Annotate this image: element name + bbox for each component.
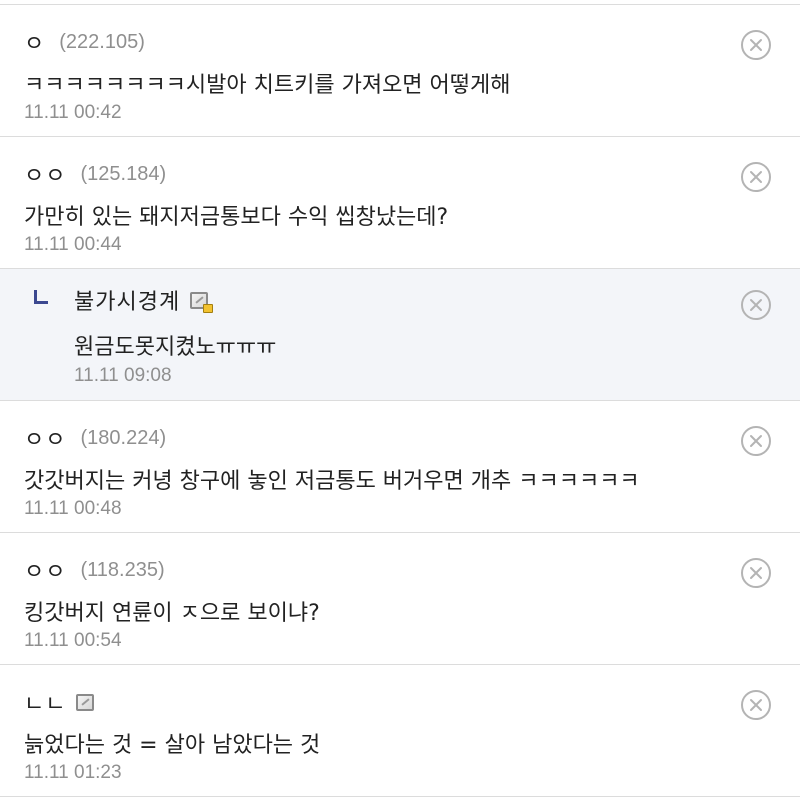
semi-fixed-nick-icon	[76, 693, 95, 711]
reply-arrow-icon	[34, 290, 48, 304]
close-circle-icon[interactable]	[740, 289, 772, 321]
comment-text: 늙었다는 것 = 살아 남았다는 것	[24, 733, 321, 758]
reply-item: 불가시경계 원금도못지켰노ㅠㅠㅠ 11.11 09:08	[0, 269, 800, 401]
comment-text: ㅋㅋㅋㅋㅋㅋㅋㅋ시발아 치트키를 가져오면 어떻게해	[24, 73, 511, 98]
comment-author: ㅇㅇ (180.224)	[24, 422, 167, 454]
author-ip: (180.224)	[80, 426, 167, 449]
author-ip: (125.184)	[80, 162, 167, 185]
comment-text: 킹갓버지 연륜이 ㅈ으로 보이냐?	[24, 601, 320, 626]
close-circle-icon[interactable]	[740, 689, 772, 721]
comment-text: 가만히 있는 돼지저금통보다 수익 씹창났는데?	[24, 205, 449, 230]
close-circle-icon[interactable]	[740, 557, 772, 589]
fixed-nick-icon	[190, 291, 214, 313]
author-nickname[interactable]: 불가시경계	[74, 284, 180, 316]
comment-text: 원금도못지켰노ㅠㅠㅠ	[74, 335, 277, 360]
comment-item: ㅇㅇ (118.235) 킹갓버지 연륜이 ㅈ으로 보이냐? 11.11 00:…	[0, 533, 800, 665]
comment-author: ㅇㅇ (118.235)	[24, 554, 165, 586]
author-ip: (118.235)	[80, 558, 165, 581]
close-circle-icon[interactable]	[740, 29, 772, 61]
comment-time: 11.11 00:54	[24, 630, 122, 651]
comment-time: 11.11 09:08	[74, 365, 172, 386]
comment-time: 11.11 00:42	[24, 102, 122, 123]
comment-author: 불가시경계	[34, 284, 214, 316]
author-nickname[interactable]: ㅇ	[24, 26, 45, 58]
comment-item: ㄴㄴ 늙었다는 것 = 살아 남았다는 것 11.11 01:23	[0, 665, 800, 797]
comment-item: ㅇㅇ (125.184) 가만히 있는 돼지저금통보다 수익 씹창났는데? 11…	[0, 137, 800, 269]
author-nickname[interactable]: ㅇㅇ	[24, 554, 66, 586]
comment-item: ㅇㅇ (180.224) 갓갓버지는 커녕 창구에 놓인 저금통도 버거우면 개…	[0, 401, 800, 533]
author-ip: (222.105)	[59, 30, 145, 53]
author-nickname[interactable]: ㄴㄴ	[24, 686, 66, 718]
comment-item: ㅇ (222.105) ㅋㅋㅋㅋㅋㅋㅋㅋ시발아 치트키를 가져오면 어떻게해 1…	[0, 5, 800, 137]
close-circle-icon[interactable]	[740, 161, 772, 193]
author-nickname[interactable]: ㅇㅇ	[24, 158, 66, 190]
comment-time: 11.11 01:23	[24, 762, 122, 783]
comment-time: 11.11 00:44	[24, 234, 122, 255]
comment-author: ㅇㅇ (125.184)	[24, 158, 167, 190]
close-circle-icon[interactable]	[740, 425, 772, 457]
comment-time: 11.11 00:48	[24, 498, 122, 519]
comment-author: ㄴㄴ	[24, 686, 95, 718]
author-nickname[interactable]: ㅇㅇ	[24, 422, 66, 454]
comment-author: ㅇ (222.105)	[24, 26, 145, 58]
comment-text: 갓갓버지는 커녕 창구에 놓인 저금통도 버거우면 개추 ㅋㅋㅋㅋㅋㅋ	[24, 469, 640, 494]
